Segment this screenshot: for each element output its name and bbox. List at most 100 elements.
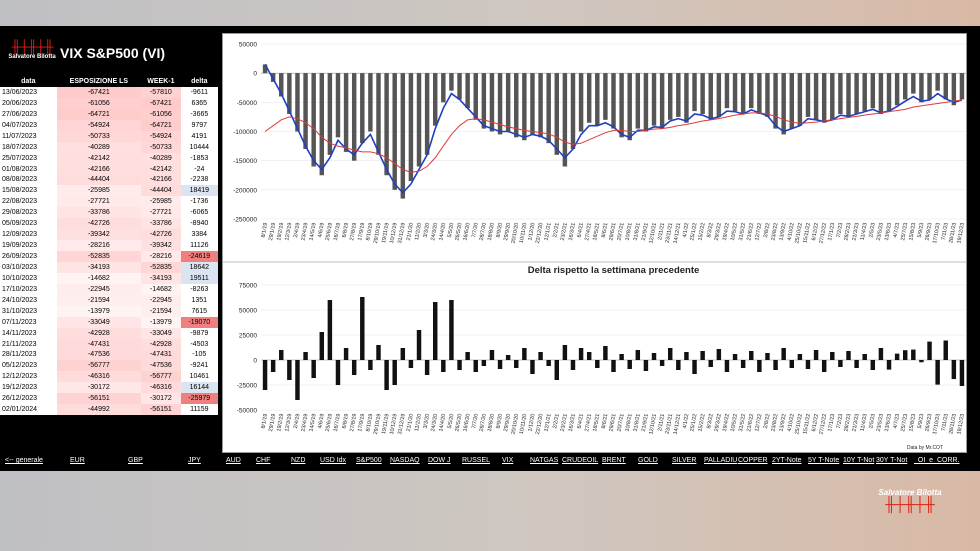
bar [773, 73, 778, 129]
cell-date: 20/06/2023 [0, 97, 57, 109]
nav-link-23[interactable]: 30Y T-Not [876, 457, 907, 464]
bar [538, 73, 543, 138]
bar [724, 360, 730, 372]
bar [959, 360, 965, 386]
bar [327, 300, 333, 360]
bar [376, 73, 381, 155]
nav-link-6[interactable]: NZD [291, 457, 305, 464]
nav-link-2[interactable]: GBP [128, 457, 143, 464]
nav-link-22[interactable]: 10Y T-Not [843, 457, 874, 464]
bar [530, 360, 535, 374]
table-cell: -67421 [56, 87, 142, 98]
bar [546, 360, 551, 366]
table-row: 14/11/2023 -42928 -33049 -9879 [0, 327, 218, 339]
table-cell: -30172 [141, 393, 181, 405]
bar [878, 73, 884, 114]
bar [684, 352, 689, 360]
cell-delta: -6065 [180, 207, 218, 219]
bar [838, 73, 843, 114]
table-cell: -44992 [56, 404, 142, 416]
table-cell: -56777 [56, 360, 142, 372]
cell-date: 08/08/2023 [0, 174, 57, 186]
cell-date: 19/12/2023 [0, 382, 57, 394]
nav-link-15[interactable]: BRENT [602, 457, 626, 464]
nav-link-9[interactable]: NASDAQ [390, 457, 420, 464]
bar [578, 348, 584, 360]
table-cell: -50733 [141, 141, 181, 153]
bar [667, 348, 673, 360]
col-header: ESPOSIZIONE LS [69, 78, 129, 85]
bar [384, 360, 389, 390]
y-tick-label: 0 [253, 71, 257, 78]
table-cell: -61056 [141, 108, 181, 120]
table-row: 19/09/2023 -28216 -39342 11126 [0, 240, 218, 252]
bar [424, 360, 430, 375]
col-header: WEEK-1 [147, 78, 175, 85]
nav-link-21[interactable]: 5Y T-Note [808, 457, 839, 464]
chart-title: Delta rispetto la settimana precedente [528, 265, 700, 276]
bar [473, 360, 478, 372]
table-cell: -54924 [141, 130, 181, 142]
nav-link-20[interactable]: 2YT-Note [772, 457, 802, 464]
table-cell: -13979 [141, 316, 181, 328]
bar [765, 73, 770, 117]
nav-link-17[interactable]: SILVER [672, 457, 696, 464]
bar [894, 73, 900, 106]
table-cell: -47431 [56, 338, 142, 350]
nav-link-12[interactable]: VIX [502, 457, 513, 464]
nav-link-24[interactable]: _OI_e_CORR. [914, 457, 960, 464]
nav-link-3[interactable]: JPY [188, 457, 201, 464]
nav-link-7[interactable]: USD Idx [320, 457, 346, 464]
nav-link-11[interactable]: RUSSEL [462, 457, 490, 464]
bar [368, 73, 373, 132]
table-cell: -28216 [56, 240, 142, 252]
nav-link-8[interactable]: S&P500 [356, 457, 382, 464]
table-cell: -61056 [56, 97, 142, 109]
cell-date: 21/11/2023 [0, 338, 57, 350]
bar [432, 73, 438, 126]
y-tick-label: -25000 [237, 383, 258, 390]
nav-link-13[interactable]: NATGAS [530, 457, 558, 464]
y-tick-label: 75000 [239, 283, 257, 290]
bar [692, 360, 697, 374]
x-tick-label: 5/9/23 [917, 413, 926, 429]
cell-delta: -24619 [180, 251, 218, 262]
table-cell: -64721 [56, 108, 142, 120]
bar [586, 352, 592, 360]
nav-link-19[interactable]: COPPER [738, 457, 768, 464]
table-cell: -33049 [56, 316, 142, 328]
nav-link-14[interactable]: CRUDEOIL [562, 457, 598, 464]
x-tick-label: 13/6/23 [884, 413, 893, 432]
table-cell: -57810 [141, 87, 181, 98]
bar [465, 73, 470, 109]
bar [732, 354, 738, 360]
table-cell: -54924 [56, 119, 142, 131]
nav-link-4[interactable]: AUD [226, 457, 241, 464]
table-cell: -56151 [141, 404, 181, 416]
nav-link-16[interactable]: GOLD [638, 457, 658, 464]
cell-delta: 19511 [180, 272, 218, 284]
table-row: 12/09/2023 -39342 -42726 3384 [0, 229, 218, 241]
nav-link-1[interactable]: EUR [70, 457, 85, 464]
bar [319, 332, 325, 360]
nav-link-5[interactable]: CHF [256, 457, 270, 464]
cell-delta: 1351 [180, 294, 218, 306]
bar [684, 73, 689, 123]
cell-delta: 4191 [180, 130, 218, 142]
nav-link-10[interactable]: DOW J [428, 457, 451, 464]
table-row: 15/08/2023 -25985 -44404 18419 [0, 185, 218, 197]
nav-link-18[interactable]: PALLADIU [704, 457, 737, 464]
bar [838, 360, 843, 367]
table-cell: -42142 [56, 152, 142, 164]
cell-delta: -8940 [180, 218, 218, 230]
brand-logo: ╫┼╫┼╫ Salvatore Bilotta [6, 40, 58, 70]
bar [651, 353, 657, 360]
bar [586, 73, 592, 123]
cell-delta: -9611 [180, 87, 218, 98]
nav-link-0[interactable]: <-- generale [5, 457, 43, 464]
table-cell: -27721 [141, 207, 181, 219]
cell-date: 12/09/2023 [0, 229, 57, 241]
x-tick-label: 7/2/23 [836, 222, 845, 238]
bar [343, 348, 349, 360]
cell-date: 05/12/2023 [0, 360, 57, 372]
